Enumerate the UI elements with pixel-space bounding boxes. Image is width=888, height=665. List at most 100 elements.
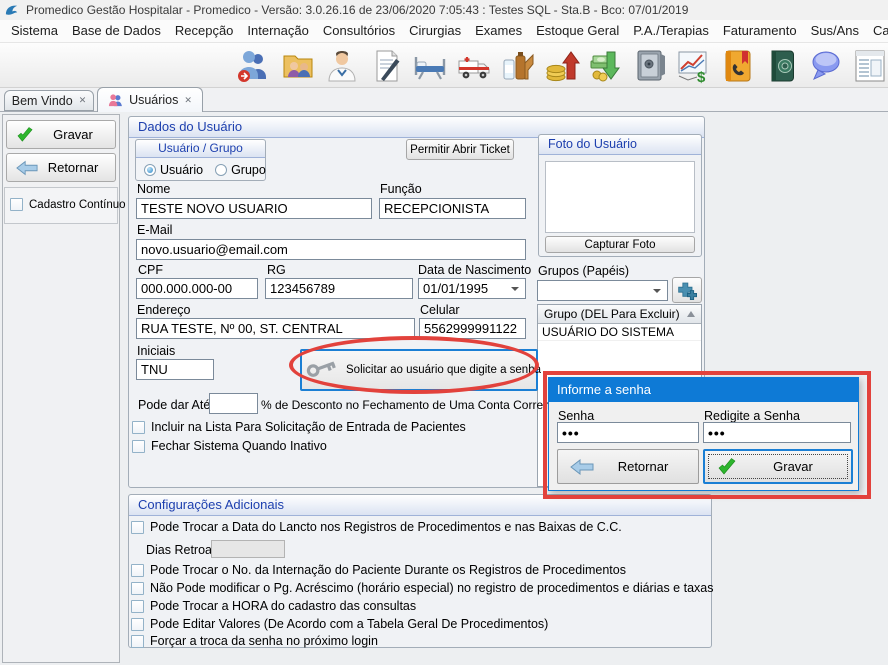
ledger-book-icon[interactable]	[764, 48, 800, 84]
trocar-hora-checkbox[interactable]: Pode Trocar a HORA do cadastro das consu…	[131, 599, 416, 613]
tab-close-icon[interactable]: ✕	[79, 95, 87, 106]
hospital-bed-icon[interactable]	[412, 48, 448, 84]
gravar-button-label: Gravar	[31, 121, 115, 148]
senha-input[interactable]: •••	[557, 422, 699, 443]
iniciais-label: Iniciais	[137, 344, 175, 358]
menu-item-consultorios[interactable]: Consultórios	[316, 20, 402, 42]
key-icon	[306, 358, 340, 382]
nao-modificar-acrescimo-checkbox[interactable]: Não Pode modificar o Pg. Acréscimo (horá…	[131, 581, 713, 595]
rg-input[interactable]: 123456789	[265, 278, 413, 299]
report-form-icon[interactable]	[852, 48, 888, 84]
data-nascimento-dropdown[interactable]: 01/01/1995	[418, 278, 526, 299]
window-title: Promedico Gestão Hospitalar - Promedico …	[26, 3, 688, 17]
ambulance-icon[interactable]	[456, 48, 492, 84]
dias-retroativos-input[interactable]	[211, 540, 285, 558]
desconto-input[interactable]	[209, 393, 258, 414]
radio-unselected-icon[interactable]	[215, 164, 227, 176]
dialog-retornar-button[interactable]: Retornar	[557, 449, 699, 484]
checkbox-icon[interactable]	[10, 198, 23, 211]
tab-close-icon[interactable]: ✕	[184, 95, 192, 106]
permitir-abrir-ticket-button[interactable]: Permitir Abrir Ticket	[406, 139, 514, 160]
iniciais-input[interactable]: TNU	[136, 359, 214, 380]
trocar-data-lancto-checkbox[interactable]: Pode Trocar a Data do Lancto nos Registr…	[131, 520, 622, 534]
checkbox-icon[interactable]	[131, 564, 144, 577]
radio-selected-icon[interactable]	[144, 164, 156, 176]
checkbox-icon[interactable]	[131, 600, 144, 613]
menu-item-sistema[interactable]: Sistema	[4, 20, 65, 42]
forcar-troca-senha-checkbox[interactable]: Forçar a troca da senha no próximo login	[131, 634, 378, 648]
radio-usuario[interactable]: Usuário	[144, 163, 203, 177]
celular-input[interactable]: 5562999991122	[419, 318, 526, 339]
tab-usuarios[interactable]: Usuários ✕	[97, 87, 203, 112]
trocar-no-internacao-checkbox[interactable]: Pode Trocar o No. da Internação do Pacie…	[131, 563, 626, 577]
editar-valores-checkbox[interactable]: Pode Editar Valores (De Acordo com a Tab…	[131, 617, 548, 631]
menu-item-base-de-dados[interactable]: Base de Dados	[65, 20, 168, 42]
celular-label: Celular	[420, 303, 460, 317]
check-icon	[717, 458, 737, 476]
menu-item-faturamento[interactable]: Faturamento	[716, 20, 804, 42]
editar-valores-label: Pode Editar Valores (De Acordo com a Tab…	[150, 617, 548, 631]
checkbox-icon[interactable]	[131, 582, 144, 595]
toolbar: $	[0, 43, 888, 88]
menu-item-cirurgias[interactable]: Cirurgias	[402, 20, 468, 42]
funcao-input[interactable]: RECEPCIONISTA	[379, 198, 526, 219]
retornar-button[interactable]: Retornar	[6, 153, 116, 182]
fechar-sistema-checkbox[interactable]: Fechar Sistema Quando Inativo	[132, 439, 327, 453]
cadastro-continuo-label: Cadastro Contínuo	[29, 199, 126, 211]
document-pen-icon[interactable]	[368, 48, 404, 84]
cpf-input[interactable]: 000.000.000-00	[136, 278, 258, 299]
capturar-foto-label: Capturar Foto	[585, 239, 656, 251]
safe-icon[interactable]	[632, 48, 668, 84]
app-window: Promedico Gestão Hospitalar - Promedico …	[0, 0, 888, 665]
checkbox-icon[interactable]	[132, 440, 145, 453]
cadastro-continuo-panel: Cadastro Contínuo	[4, 187, 118, 224]
grupo-list-header[interactable]: Grupo (DEL Para Excluir)	[538, 305, 701, 324]
dialog-retornar-label: Retornar	[588, 459, 698, 474]
nome-input[interactable]: TESTE NOVO USUARIO	[136, 198, 372, 219]
email-input[interactable]: novo.usuario@email.com	[136, 239, 526, 260]
iniciais-value: TNU	[141, 362, 168, 377]
checkbox-icon[interactable]	[131, 618, 144, 631]
patients-folder-icon[interactable]	[280, 48, 316, 84]
cadastro-continuo-checkbox[interactable]: Cadastro Contínuo	[10, 198, 126, 211]
menu-item-recepcao[interactable]: Recepção	[168, 20, 241, 42]
menu-item-internacao[interactable]: Internação	[240, 20, 315, 42]
solicitar-senha-label: Solicitar ao usuário que digite a senha	[340, 364, 541, 376]
cpf-label: CPF	[138, 263, 163, 277]
capturar-foto-button[interactable]: Capturar Foto	[545, 236, 695, 253]
menu-item-estoque-geral[interactable]: Estoque Geral	[529, 20, 626, 42]
grupo-list-item[interactable]: USUÁRIO DO SISTEMA	[538, 324, 701, 341]
incluir-lista-checkbox[interactable]: Incluir na Lista Para Solicitação de Ent…	[132, 420, 466, 434]
tab-bem-vindo[interactable]: Bem Vindo ✕	[4, 90, 94, 111]
menu-item-caixa[interactable]: Caixa	[866, 20, 888, 42]
add-grupo-button[interactable]	[672, 277, 702, 303]
redigite-senha-value: •••	[708, 425, 726, 441]
chat-icon[interactable]	[808, 48, 844, 84]
menu-item-exames[interactable]: Exames	[468, 20, 529, 42]
phone-book-icon[interactable]	[720, 48, 756, 84]
dialog-gravar-button[interactable]: Gravar	[703, 449, 853, 484]
radio-grupo-label: Grupo	[231, 163, 266, 177]
foto-usuario-group: Foto do Usuário Capturar Foto	[538, 134, 702, 257]
money-up-icon[interactable]	[544, 48, 580, 84]
senha-label: Senha	[558, 409, 594, 423]
redigite-senha-input[interactable]: •••	[703, 422, 851, 443]
doctor-icon[interactable]	[324, 48, 360, 84]
menu-item-sus-ans[interactable]: Sus/Ans	[804, 20, 866, 42]
radio-grupo[interactable]: Grupo	[215, 163, 266, 177]
pharmacy-icon[interactable]	[500, 48, 536, 84]
users-icon[interactable]	[236, 48, 272, 84]
gravar-button[interactable]: Gravar	[6, 120, 116, 149]
radio-usuario-label: Usuário	[160, 163, 203, 177]
checkbox-icon[interactable]	[131, 521, 144, 534]
redigite-senha-label: Redigite a Senha	[704, 409, 800, 423]
checkbox-icon[interactable]	[131, 635, 144, 648]
users-tab-icon	[108, 93, 123, 108]
checkbox-icon[interactable]	[132, 421, 145, 434]
menu-item-pa-terapias[interactable]: P.A./Terapias	[626, 20, 716, 42]
finance-chart-icon[interactable]: $	[676, 48, 712, 84]
grupos-papeis-dropdown[interactable]	[537, 280, 668, 301]
money-down-icon[interactable]	[588, 48, 624, 84]
endereco-input[interactable]: RUA TESTE, Nº 00, ST. CENTRAL	[136, 318, 415, 339]
solicitar-senha-button[interactable]: Solicitar ao usuário que digite a senha	[300, 349, 538, 391]
